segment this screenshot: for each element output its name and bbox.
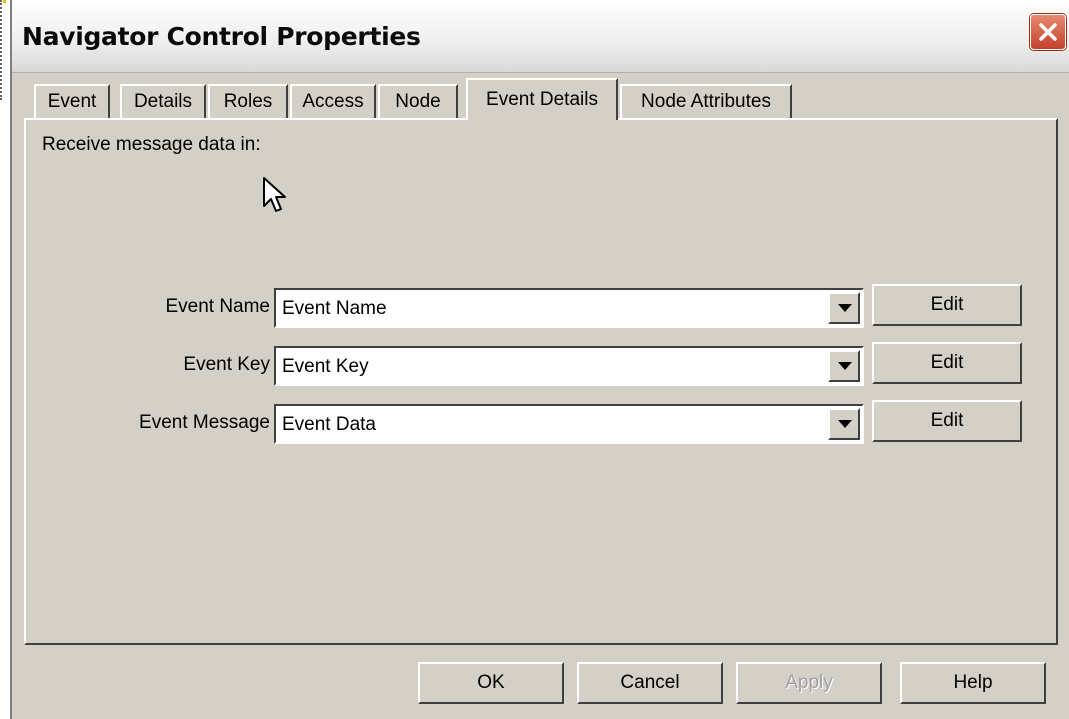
event-name-value: Event Name — [282, 298, 387, 319]
event-name-label: Event Name — [165, 296, 270, 317]
close-button[interactable] — [1030, 14, 1066, 50]
event-message-label: Event Message — [139, 412, 270, 433]
event-name-select[interactable]: Event Name — [274, 288, 864, 328]
event-key-value: Event Key — [282, 356, 369, 377]
title-bar: Navigator Control Properties — [12, 0, 1069, 73]
tab-event[interactable]: Event — [34, 84, 110, 118]
event-key-select[interactable]: Event Key — [274, 346, 864, 386]
chevron-down-icon — [838, 420, 852, 428]
event-key-label: Event Key — [183, 354, 270, 375]
chevron-down-icon — [838, 362, 852, 370]
tab-details[interactable]: Details — [120, 84, 206, 118]
event-message-dropdown-button[interactable] — [828, 408, 860, 440]
event-message-edit-button[interactable]: Edit — [872, 400, 1022, 442]
tab-event-details[interactable]: Event Details — [466, 78, 618, 120]
tab-roles[interactable]: Roles — [208, 84, 288, 118]
tab-node[interactable]: Node — [378, 84, 458, 118]
tab-access[interactable]: Access — [290, 84, 376, 118]
window-title: Navigator Control Properties — [22, 22, 421, 51]
event-key-dropdown-button[interactable] — [828, 350, 860, 382]
ok-button[interactable]: OK — [418, 662, 564, 704]
mouse-cursor-icon — [263, 177, 286, 212]
event-message-value: Event Data — [282, 414, 376, 435]
event-key-edit-button[interactable]: Edit — [872, 342, 1022, 384]
window-edge — [0, 0, 5, 100]
tab-node-attributes[interactable]: Node Attributes — [620, 84, 792, 118]
help-button[interactable]: Help — [900, 662, 1046, 704]
apply-button[interactable]: Apply — [736, 662, 882, 704]
event-name-dropdown-button[interactable] — [828, 292, 860, 324]
event-details-panel: Receive message data in: Event Name Even… — [24, 118, 1058, 645]
edge-dot — [3, 0, 6, 3]
event-name-edit-button[interactable]: Edit — [872, 284, 1022, 326]
cancel-button[interactable]: Cancel — [577, 662, 723, 704]
section-label: Receive message data in: — [42, 134, 261, 155]
properties-dialog: Navigator Control Properties Event Detai… — [10, 0, 1069, 719]
close-icon — [1039, 23, 1057, 41]
event-message-select[interactable]: Event Data — [274, 404, 864, 444]
chevron-down-icon — [838, 304, 852, 312]
